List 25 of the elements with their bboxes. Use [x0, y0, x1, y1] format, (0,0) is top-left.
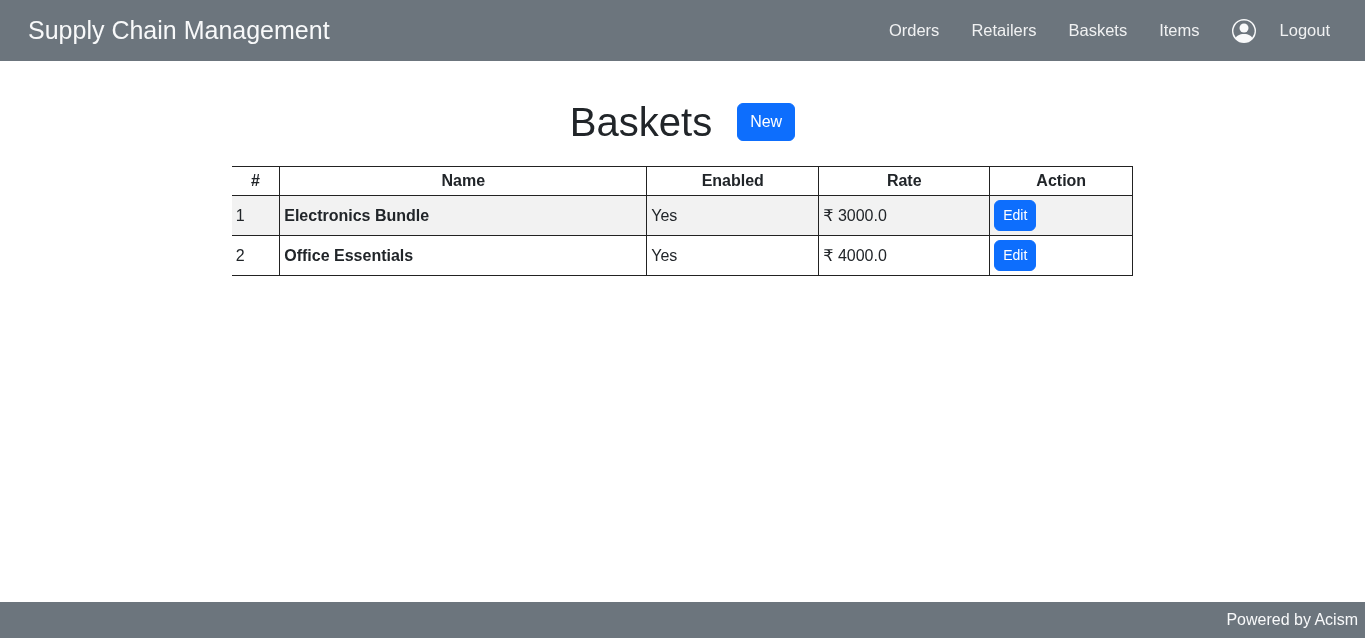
footer-text: Powered by Acism — [1226, 610, 1358, 630]
nav-link[interactable]: Baskets — [1052, 10, 1144, 51]
nav-link[interactable]: Retailers — [955, 10, 1053, 51]
nav-link[interactable]: Items — [1143, 10, 1216, 51]
table-cell: ₹ 4000.0 — [818, 235, 990, 276]
table-cell: 1 — [231, 195, 280, 236]
table-cell: Office Essentials — [279, 235, 647, 276]
table-cell: 2 — [231, 235, 280, 276]
column-header: Rate — [818, 166, 990, 196]
table-cell: Yes — [646, 195, 819, 236]
brand-link[interactable]: Supply Chain Management — [28, 11, 330, 50]
nav-link[interactable]: Orders — [872, 10, 956, 51]
edit-button[interactable]: Edit — [994, 240, 1037, 271]
logout-link[interactable]: Logout — [1263, 10, 1346, 51]
table-cell: ₹ 3000.0 — [818, 195, 990, 236]
new-button[interactable]: New — [737, 103, 796, 141]
user-icon[interactable] — [1231, 18, 1256, 43]
column-header: Action — [989, 166, 1133, 196]
page-title: Baskets — [569, 99, 713, 146]
table-cell: Yes — [646, 235, 819, 276]
column-header: # — [231, 166, 280, 196]
column-header: Enabled — [646, 166, 819, 196]
table-cell: Electronics Bundle — [279, 195, 647, 236]
edit-button[interactable]: Edit — [994, 200, 1037, 231]
column-header: Name — [279, 166, 647, 196]
